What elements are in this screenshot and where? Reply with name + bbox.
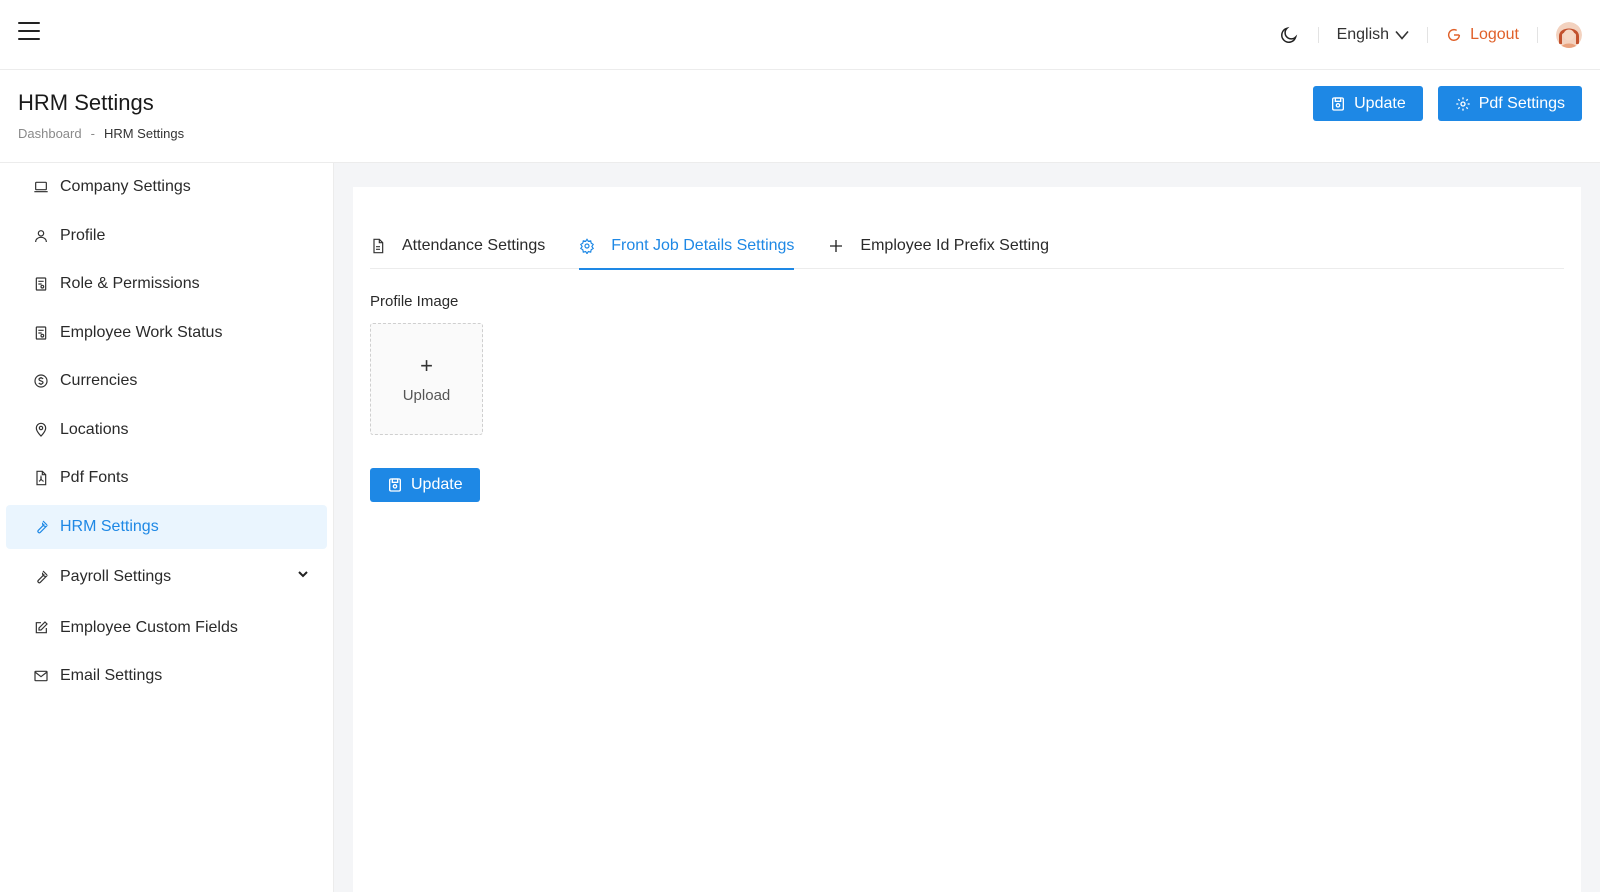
- divider: [1537, 27, 1538, 43]
- divider: [1427, 27, 1429, 43]
- wrench-icon: [32, 568, 50, 586]
- tab-label: Attendance Settings: [402, 237, 546, 254]
- logout-icon: [1448, 28, 1461, 41]
- location-pin-icon: [32, 421, 50, 439]
- user-icon: [32, 227, 50, 245]
- sidebar-item-label: Currencies: [60, 372, 138, 389]
- divider: [1317, 27, 1319, 43]
- tab-attendance-settings[interactable]: Attendance Settings: [370, 227, 545, 269]
- sidebar-item-label: Role & Permissions: [60, 275, 200, 292]
- sidebar-item-label: HRM Settings: [60, 517, 159, 535]
- form-update-button[interactable]: Update: [370, 468, 480, 502]
- sidebar-item-employee-work-status[interactable]: Employee Work Status: [6, 311, 327, 355]
- breadcrumb-dashboard-link[interactable]: Dashboard: [18, 126, 82, 141]
- pdf-settings-button[interactable]: Pdf Settings: [1437, 86, 1582, 121]
- chevron-down-icon: [1395, 30, 1409, 40]
- tab-label: Employee Id Prefix Setting: [860, 237, 1049, 254]
- sidebar-item-pdf-fonts[interactable]: Pdf Fonts: [6, 456, 327, 500]
- breadcrumb-separator: -: [90, 126, 95, 141]
- form-update-button-label: Update: [411, 476, 463, 493]
- settings-tabs: Attendance Settings Front Job Details Se…: [370, 227, 1564, 270]
- tab-front-job-details-settings[interactable]: Front Job Details Settings: [579, 227, 795, 270]
- update-button-label: Update: [1354, 94, 1406, 112]
- settings-sidebar: Company Settings Profile Role & Permissi…: [0, 163, 334, 892]
- sidebar-item-label: Company Settings: [60, 178, 191, 195]
- avatar[interactable]: [1556, 22, 1582, 48]
- chevron-down-icon[interactable]: [297, 568, 309, 580]
- upload-label: Upload: [402, 386, 451, 404]
- page-header: HRM Settings Dashboard - HRM Settings Up…: [0, 70, 1600, 163]
- sidebar-item-profile[interactable]: Profile: [6, 214, 327, 258]
- sidebar-item-label: Email Settings: [60, 667, 163, 684]
- page-title: HRM Settings: [18, 90, 154, 115]
- settings-content-card: Attendance Settings Front Job Details Se…: [353, 187, 1581, 892]
- sidebar-item-currencies[interactable]: Currencies: [6, 359, 327, 403]
- edit-icon: [32, 619, 50, 637]
- tab-employee-id-prefix-setting[interactable]: Employee Id Prefix Setting: [828, 227, 1049, 269]
- pdf-settings-button-label: Pdf Settings: [1478, 94, 1565, 112]
- mail-icon: [32, 667, 50, 685]
- sidebar-item-hrm-settings[interactable]: HRM Settings: [6, 504, 327, 549]
- sidebar-item-label: Employee Work Status: [60, 323, 223, 341]
- breadcrumb: Dashboard - HRM Settings: [18, 126, 184, 141]
- update-button[interactable]: Update: [1313, 86, 1423, 121]
- save-icon: [389, 478, 401, 492]
- profile-image-label: Profile Image: [370, 293, 459, 310]
- logout-button[interactable]: Logout: [1446, 26, 1519, 44]
- language-label: English: [1336, 26, 1390, 43]
- document-icon: [373, 238, 384, 254]
- sidebar-item-role-permissions[interactable]: Role & Permissions: [6, 262, 327, 306]
- plus-icon: +: [420, 352, 433, 378]
- laptop-icon: [32, 178, 50, 196]
- save-icon: [1332, 96, 1345, 111]
- breadcrumb-current: HRM Settings: [103, 126, 185, 141]
- sidebar-item-label: Pdf Fonts: [60, 469, 129, 486]
- pdf-file-icon: [32, 469, 50, 487]
- plus-icon: [830, 240, 843, 252]
- wrench-icon: [32, 518, 50, 536]
- sidebar-item-label: Payroll Settings: [60, 568, 172, 585]
- header-actions: Update Pdf Settings: [1313, 86, 1582, 121]
- id-card-icon: [32, 324, 50, 342]
- sidebar-item-email-settings[interactable]: Email Settings: [6, 654, 327, 698]
- language-selector[interactable]: English: [1337, 26, 1409, 44]
- gear-icon: [580, 238, 595, 254]
- top-bar: English Logout: [0, 0, 1600, 70]
- dollar-circle-icon: [32, 372, 50, 390]
- hamburger-menu-icon[interactable]: [18, 22, 40, 42]
- sidebar-item-locations[interactable]: Locations: [6, 408, 327, 452]
- profile-image-upload[interactable]: + Upload: [370, 323, 483, 435]
- sidebar-item-employee-custom-fields[interactable]: Employee Custom Fields: [6, 606, 327, 650]
- topbar-actions: English Logout: [1278, 18, 1582, 52]
- sidebar-item-company-settings[interactable]: Company Settings: [6, 165, 327, 209]
- sidebar-item-payroll-settings[interactable]: Payroll Settings: [6, 553, 327, 601]
- dark-mode-toggle-icon[interactable]: [1278, 24, 1300, 46]
- sidebar-item-label: Locations: [60, 420, 129, 438]
- gear-icon: [1456, 96, 1470, 111]
- logout-label: Logout: [1470, 26, 1519, 43]
- sidebar-item-label: Employee Custom Fields: [60, 618, 238, 636]
- id-card-icon: [32, 275, 50, 293]
- tab-label: Front Job Details Settings: [611, 237, 795, 254]
- sidebar-item-label: Profile: [60, 226, 106, 244]
